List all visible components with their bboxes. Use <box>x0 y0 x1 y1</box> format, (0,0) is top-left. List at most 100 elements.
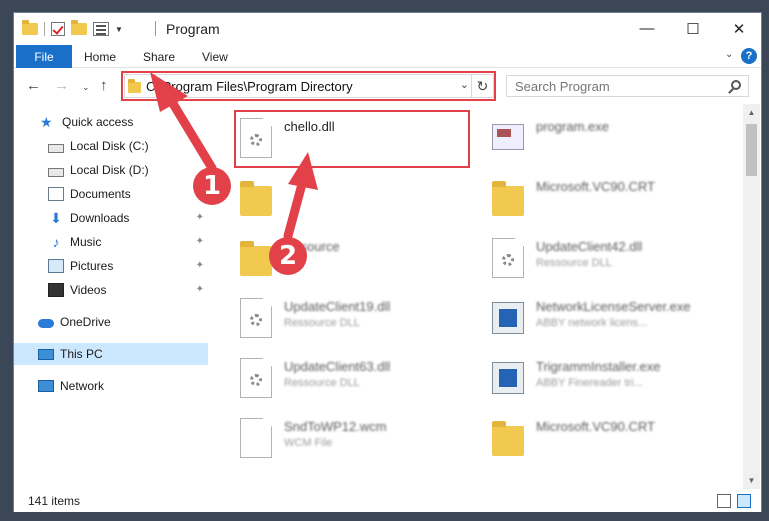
sidebar-item-quick-access[interactable]: ★ Quick access <box>14 111 208 133</box>
folder-icon <box>22 20 38 35</box>
maximize-button[interactable]: ☐ <box>670 13 716 44</box>
file-item-program-exe[interactable]: program.exe <box>488 112 718 170</box>
file-name: Microsoft.VC90.CRT <box>536 179 655 194</box>
file-name: SndToWP12.wcm <box>284 419 387 434</box>
file-item-updateclient42[interactable]: UpdateClient42.dll Ressource DLL <box>488 232 718 290</box>
forward-arrow-icon[interactable]: → <box>54 77 69 94</box>
search-box[interactable]: Search Program <box>506 75 749 97</box>
sidebar-item-label: Local Disk (D:) <box>70 163 149 177</box>
search-input[interactable]: Search Program <box>515 79 610 94</box>
tiles-view-icon[interactable] <box>737 494 751 508</box>
ribbon-tabs: File Home Share View ⌄ ? <box>14 44 761 68</box>
file-name: NetworkLicenseServer.exe <box>536 299 691 314</box>
file-description: ABBY network licens... <box>536 317 648 329</box>
file-item-vc90-crt-2[interactable]: Microsoft.VC90.CRT <box>488 412 718 470</box>
explorer-window: ▼ Program — ☐ ✕ File Home Share View ⌄ ?… <box>13 12 762 512</box>
back-arrow-icon[interactable]: ← <box>26 77 41 94</box>
properties-check-icon[interactable] <box>51 22 65 36</box>
pin-icon[interactable]: ✦ <box>196 236 204 247</box>
minimize-icon: — <box>639 20 655 37</box>
file-item-networklicenseserver[interactable]: NetworkLicenseServer.exe ABBY network li… <box>488 292 718 350</box>
file-description: Ressource DLL <box>284 317 360 329</box>
scroll-down-icon[interactable]: ▼ <box>743 472 760 489</box>
sidebar-item-downloads[interactable]: ⬇ Downloads ✦ <box>14 207 208 229</box>
customize-toolbar-caret-icon[interactable]: ▼ <box>115 25 123 34</box>
file-item-sndtowp12[interactable]: SndToWP12.wcm WCM File <box>236 412 466 470</box>
quick-access-toolbar: ▼ <box>22 20 123 38</box>
sidebar-item-pictures[interactable]: Pictures ✦ <box>14 255 208 277</box>
new-folder-icon[interactable] <box>71 20 87 35</box>
sidebar-item-documents[interactable]: Documents ✦ <box>14 183 208 205</box>
tab-share[interactable]: Share <box>143 50 175 64</box>
maximize-icon: ☐ <box>686 20 700 38</box>
exe-file-icon <box>492 124 524 150</box>
file-item-folder[interactable] <box>236 172 466 230</box>
drive-icon <box>48 168 64 177</box>
help-icon[interactable]: ? <box>741 48 757 64</box>
folder-icon <box>240 181 272 216</box>
up-arrow-icon[interactable]: ↑ <box>100 77 108 94</box>
file-item-vc90-crt[interactable]: Microsoft.VC90.CRT <box>488 172 718 230</box>
title-divider <box>155 21 156 36</box>
title-bar: ▼ Program — ☐ ✕ <box>14 13 761 44</box>
file-name: TrigrammInstaller.exe <box>536 359 661 374</box>
music-icon: ♪ <box>52 234 60 250</box>
gear-icon <box>250 314 262 326</box>
documents-icon <box>48 187 64 201</box>
rename-icon[interactable] <box>93 22 109 36</box>
file-item-trigramminstaller[interactable]: TrigrammInstaller.exe ABBY Finereader tr… <box>488 352 718 410</box>
sidebar-item-label: Quick access <box>62 115 134 129</box>
file-name: UpdateClient63.dll <box>284 359 391 374</box>
file-name: UpdateClient19.dll <box>284 299 391 314</box>
scroll-thumb[interactable] <box>746 124 757 176</box>
minimize-button[interactable]: — <box>624 13 670 44</box>
navigation-pane: ★ Quick access Local Disk (C:) ✦ Local D… <box>14 104 210 491</box>
sidebar-item-label: OneDrive <box>60 315 111 329</box>
window-title: Program <box>166 21 220 37</box>
star-icon: ★ <box>40 114 53 130</box>
sidebar-item-label: Pictures <box>70 259 114 273</box>
folder-icon <box>492 181 524 216</box>
cloud-icon <box>38 319 54 328</box>
sidebar-item-label: Local Disk (C:) <box>70 139 149 153</box>
search-icon[interactable] <box>731 80 741 90</box>
scroll-up-icon[interactable]: ▲ <box>743 104 760 121</box>
sidebar-item-this-pc[interactable]: This PC <box>14 343 208 365</box>
step-2-badge: 2 <box>269 237 307 275</box>
file-item-updateclient19[interactable]: UpdateClient19.dll Ressource DLL <box>236 292 466 350</box>
file-description: Ressource DLL <box>284 377 360 389</box>
recent-locations-icon[interactable]: ⌄ <box>82 82 90 93</box>
file-item-updateclient63[interactable]: UpdateClient63.dll Ressource DLL <box>236 352 466 410</box>
sidebar-item-network[interactable]: Network <box>14 375 208 397</box>
pin-icon[interactable]: ✦ <box>196 260 204 271</box>
sidebar-item-local-disk-d[interactable]: Local Disk (D:) <box>14 159 208 181</box>
sidebar-item-onedrive[interactable]: OneDrive <box>14 311 208 333</box>
file-name: Microsoft.VC90.CRT <box>536 419 655 434</box>
pin-icon[interactable]: ✦ <box>196 212 204 223</box>
tab-view[interactable]: View <box>202 50 228 64</box>
expand-ribbon-icon[interactable]: ⌄ <box>725 49 733 60</box>
gear-icon <box>250 374 262 386</box>
sidebar-item-music[interactable]: ♪ Music ✦ <box>14 231 208 253</box>
close-button[interactable]: ✕ <box>716 13 762 44</box>
pin-icon[interactable]: ✦ <box>196 284 204 295</box>
details-view-icon[interactable] <box>717 494 731 508</box>
application-icon <box>492 362 524 394</box>
tab-file[interactable]: File <box>16 45 72 68</box>
dll-file-icon <box>240 298 272 338</box>
sidebar-item-label: Music <box>70 235 102 249</box>
status-bar: 141 items <box>14 491 761 512</box>
dll-file-icon <box>492 238 524 278</box>
sidebar-item-local-disk-c[interactable]: Local Disk (C:) ✦ <box>14 135 208 157</box>
drive-icon <box>48 144 64 153</box>
videos-icon <box>48 283 64 297</box>
sidebar-item-videos[interactable]: Videos ✦ <box>14 279 208 301</box>
item-count: 141 items <box>28 494 81 508</box>
sidebar-item-label: Documents <box>70 187 131 201</box>
file-highlight-box <box>234 110 470 168</box>
application-icon <box>492 302 524 334</box>
vertical-scrollbar[interactable]: ▲ ▼ <box>743 104 760 489</box>
file-name: program.exe <box>536 119 609 134</box>
tab-home[interactable]: Home <box>84 50 116 64</box>
pin-icon[interactable]: ✦ <box>196 140 204 151</box>
